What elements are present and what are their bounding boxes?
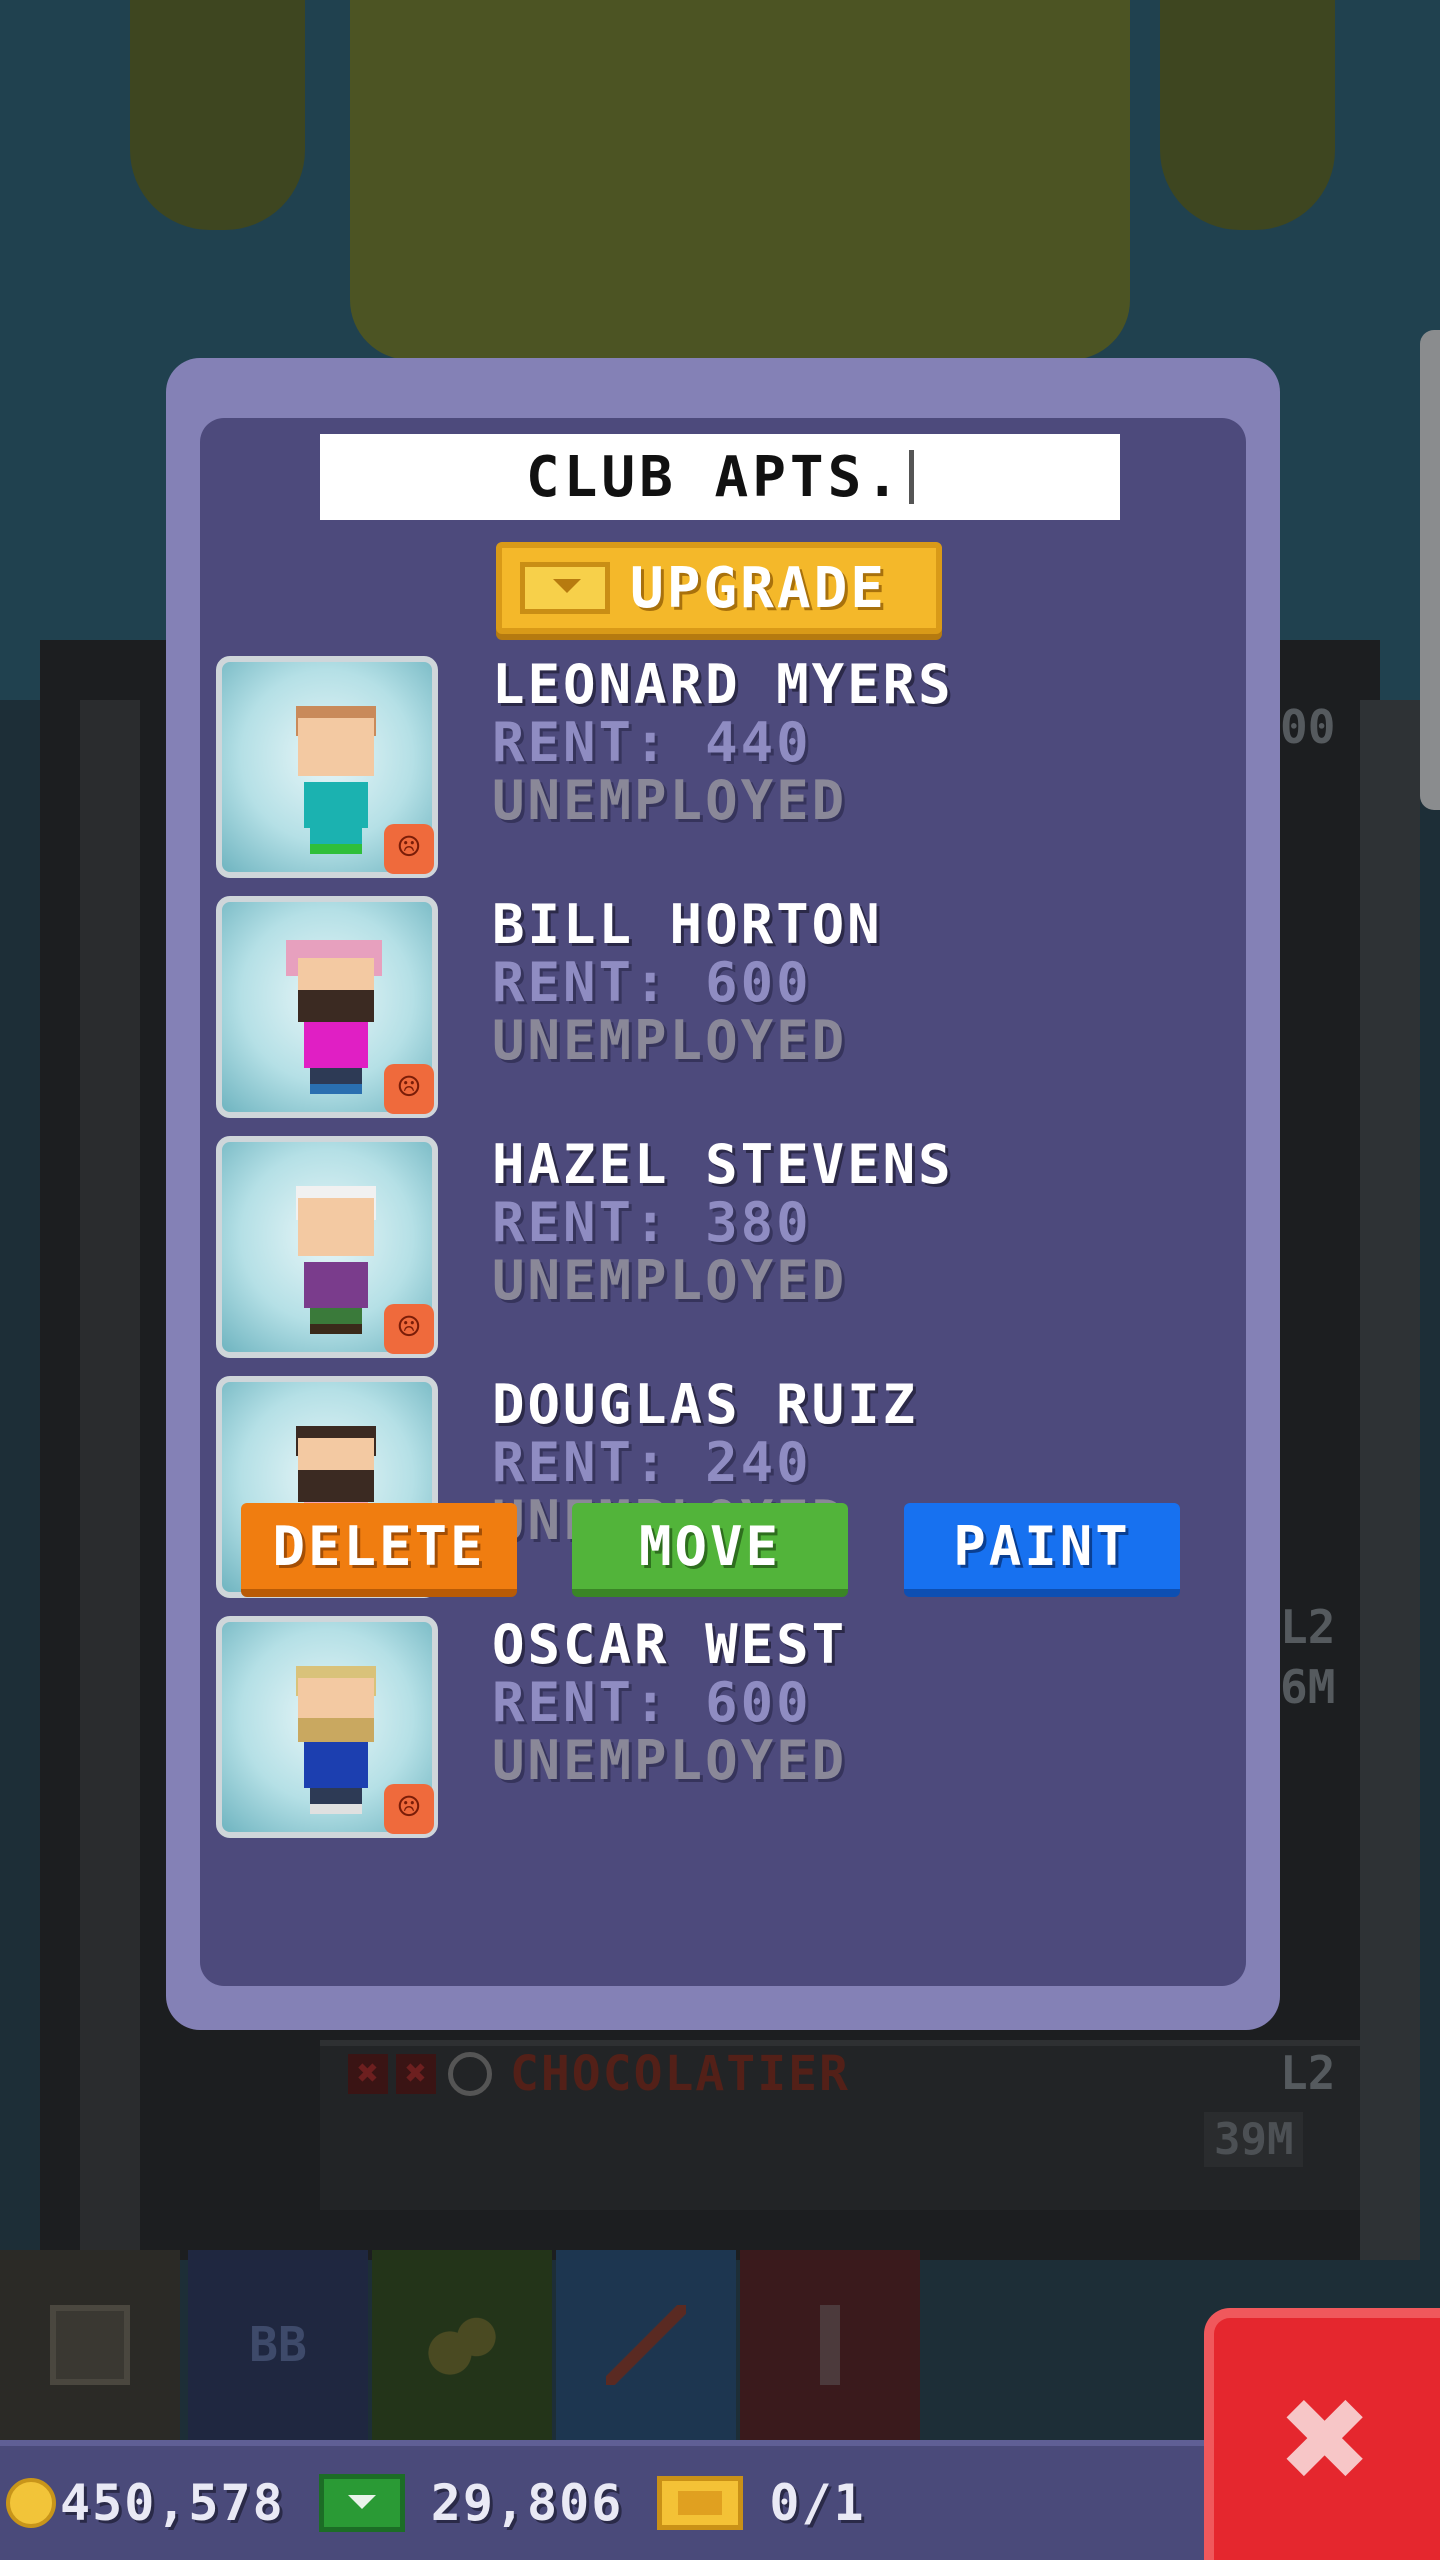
box-icon [50, 2305, 130, 2385]
resident-row[interactable]: ☹ BILL HORTON RENT: 600 UNEMPLOYED [208, 893, 1168, 1118]
lobby-tool-button[interactable] [0, 2250, 180, 2440]
resident-rent: RENT: 240 [492, 1431, 812, 1494]
resident-name: LEONARD MYERS [492, 653, 954, 716]
floor-detail-dialog: CLUB APTS. UPGRADE ☹ LEONARD MYERS RENT:… [166, 358, 1280, 2030]
cash-icon [318, 2474, 405, 2532]
bitizen-sprite [292, 706, 380, 856]
unhappy-face-icon: ☹ [384, 1784, 434, 1834]
tower-edge-left [80, 700, 140, 2260]
resident-avatar[interactable]: ☹ [216, 896, 438, 1118]
coins-value: 450,578 [60, 2474, 285, 2532]
resident-job: UNEMPLOYED [492, 1009, 848, 1072]
resident-job: UNEMPLOYED [492, 769, 848, 832]
arrow-up-icon [606, 2305, 686, 2385]
bottom-toolbar: BB [0, 2250, 1200, 2440]
building-top-blob-right [1160, 0, 1335, 230]
resident-rent: RENT: 600 [492, 951, 812, 1014]
resident-rent: RENT: 380 [492, 1191, 812, 1254]
cash-value: 29,806 [430, 2474, 624, 2532]
resident-row[interactable]: ☹ HAZEL STEVENS RENT: 380 UNEMPLOYED [208, 1133, 1168, 1358]
upgrade-label: UPGRADE [630, 555, 888, 621]
resident-avatar[interactable]: ☹ [216, 1136, 438, 1358]
floor-number-partial: 00 [1280, 700, 1336, 754]
floor-time-upper: 6M [1280, 1660, 1336, 1714]
bitbook-tool-button[interactable]: BB [188, 2250, 368, 2440]
floor-name-input[interactable]: CLUB APTS. [320, 434, 1120, 520]
bitizen-sprite [292, 1666, 380, 1816]
bitizen-sprite [292, 1186, 380, 1336]
side-panel-tab[interactable] [1420, 330, 1440, 810]
resident-name: HAZEL STEVENS [492, 1133, 954, 1196]
tower-bux-icon [657, 2476, 744, 2530]
building-top-blob [350, 0, 1130, 360]
close-button[interactable]: ✖ [1204, 2308, 1440, 2560]
elevator-tool-button[interactable] [740, 2250, 920, 2440]
upgrade-button[interactable]: UPGRADE [496, 542, 942, 634]
elevator-icon [790, 2305, 870, 2385]
bux-value: 0/1 [769, 2474, 866, 2532]
text-caret [909, 450, 915, 504]
move-button[interactable]: MOVE [572, 1503, 848, 1597]
bux-stat: 0/1 [657, 2474, 865, 2532]
clock-icon [448, 2052, 492, 2096]
resident-rent: RENT: 600 [492, 1671, 812, 1734]
unhappy-face-icon: ☹ [384, 1304, 434, 1354]
resident-name: DOUGLAS RUIZ [492, 1373, 919, 1436]
delete-button[interactable]: DELETE [241, 1503, 517, 1597]
unhappy-face-icon: ☹ [384, 1064, 434, 1114]
coin-icon [6, 2478, 56, 2528]
stock-empty-icon: ✖ [348, 2054, 388, 2094]
resident-rent: RENT: 440 [492, 711, 812, 774]
floor-name-text: CLUB APTS. [525, 444, 904, 510]
close-icon: ✖ [1281, 2352, 1373, 2526]
coins-icon [422, 2305, 502, 2385]
stock-empty-icon: ✖ [396, 2054, 436, 2094]
resident-name: BILL HORTON [492, 893, 883, 956]
coins-tool-button[interactable] [372, 2250, 552, 2440]
floor-level-upper: L2 [1280, 1600, 1336, 1654]
floor-restock-time: 39M [1204, 2112, 1304, 2167]
resident-name: OSCAR WEST [492, 1613, 848, 1676]
resident-job: UNEMPLOYED [492, 1249, 848, 1312]
unhappy-face-icon: ☹ [384, 824, 434, 874]
building-top-blob-left [130, 0, 305, 230]
build-tool-button[interactable] [556, 2250, 736, 2440]
resident-job: UNEMPLOYED [492, 1729, 848, 1792]
paint-button[interactable]: PAINT [904, 1503, 1180, 1597]
coins-stat: 450,578 [6, 2474, 285, 2532]
floor-name: CHOCOLATIER [510, 2046, 850, 2102]
floor-level: L2 [1280, 2046, 1336, 2100]
resident-row[interactable]: ☹ OSCAR WEST RENT: 600 UNEMPLOYED [208, 1613, 1168, 1838]
resident-avatar[interactable]: ☹ [216, 1616, 438, 1838]
tower-edge-right [1360, 700, 1420, 2260]
tower-bux-icon [520, 562, 610, 614]
bitizen-sprite [286, 940, 382, 1096]
cash-stat: 29,806 [318, 2474, 624, 2532]
resident-avatar[interactable]: ☹ [216, 656, 438, 878]
resident-row[interactable]: ☹ LEONARD MYERS RENT: 440 UNEMPLOYED [208, 653, 1168, 878]
